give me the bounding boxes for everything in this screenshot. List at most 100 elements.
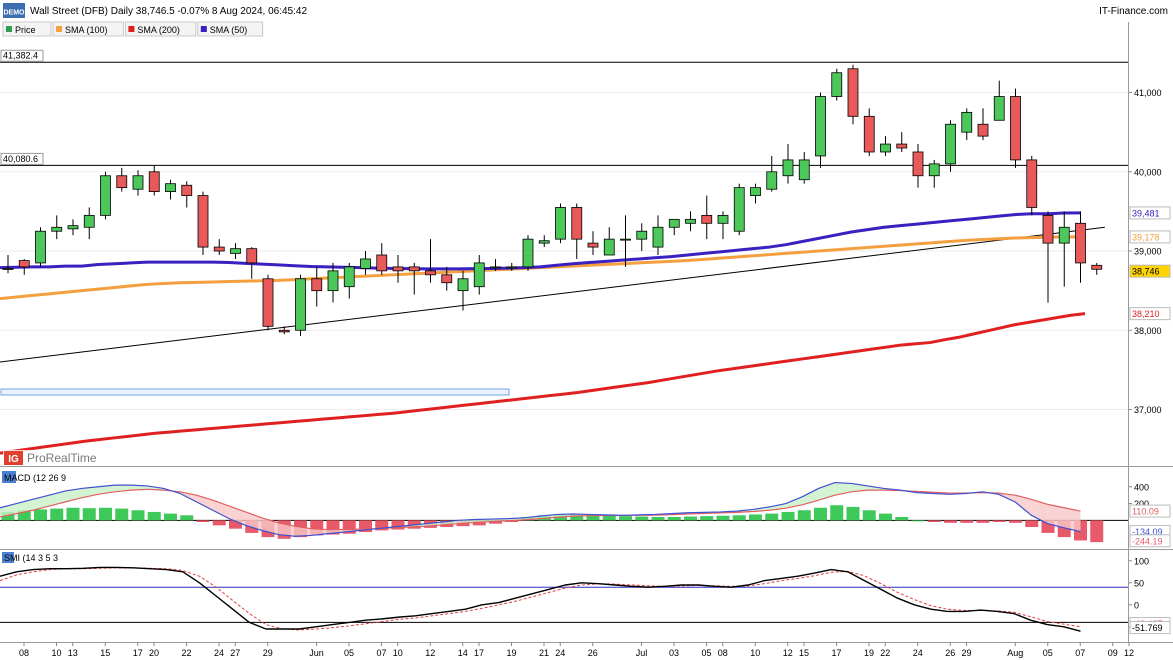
macd-histogram-bar <box>732 515 746 521</box>
macd-histogram-bar <box>992 520 1006 522</box>
macd-histogram-bar <box>765 513 779 521</box>
macd-histogram-bar <box>147 511 161 521</box>
x-tick-label: 15 <box>100 648 110 658</box>
candle <box>1026 155 1038 216</box>
candle <box>35 227 46 267</box>
value-label-price: 38,746 <box>1132 267 1160 277</box>
candle-body <box>392 266 404 272</box>
y-tick-label: 100 <box>1134 556 1149 566</box>
header-bar: DEMO Wall Street (DFB) Daily 38,746.5 -0… <box>0 0 1173 20</box>
level-label: 41,382.4 <box>3 51 38 61</box>
x-tick-label: 24 <box>214 648 224 658</box>
legend-item-sma50[interactable]: SMA (50) <box>197 21 264 37</box>
watermark-logo-text: IG <box>8 454 19 465</box>
macd-histogram-bar <box>797 510 811 521</box>
macd-histogram-bar <box>700 516 714 521</box>
selection-box[interactable] <box>0 388 510 396</box>
candle-body <box>295 278 306 331</box>
x-tick-label: 17 <box>133 648 143 658</box>
app-logo-text: DEMO <box>4 10 26 17</box>
candle-body <box>1026 159 1038 208</box>
legend-swatch <box>200 26 207 32</box>
x-tick-label: 19 <box>506 648 516 658</box>
legend-label: SMA (50) <box>210 25 248 35</box>
x-tick-label: 10 <box>750 648 760 658</box>
candle-body <box>880 143 891 153</box>
macd-title-text: MACD (12 26 9 <box>4 473 66 483</box>
candle <box>522 235 534 271</box>
candle-body <box>83 214 95 228</box>
x-tick-label: 24 <box>913 648 923 658</box>
candle-body <box>376 254 388 272</box>
x-tick-label: 17 <box>831 648 841 658</box>
x-tick-label: 10 <box>51 648 61 658</box>
candle-body <box>246 248 258 264</box>
macd-histogram-bar <box>1009 520 1022 523</box>
x-tick-label: 10 <box>393 648 403 658</box>
candle-body <box>961 111 973 133</box>
candle-body <box>717 214 729 224</box>
candle-body <box>327 270 339 292</box>
candle-body <box>473 262 485 288</box>
x-tick-label: 22 <box>880 648 890 658</box>
value-label-smi: -51.769 <box>1132 623 1163 633</box>
x-tick-label: 14 <box>458 648 468 658</box>
legend-swatch <box>56 26 62 32</box>
candle-body <box>1058 226 1070 244</box>
x-tick-label: Jul <box>636 648 648 658</box>
macd-histogram-bar <box>667 516 681 521</box>
x-tick-label: 09 <box>1108 648 1118 658</box>
main-panel: 41,382.4 40,080.6 37,000 38,000 39,000 40,00… <box>0 45 1171 466</box>
x-tick-label: 26 <box>588 648 598 658</box>
macd-histogram-bar <box>976 520 990 523</box>
macd-histogram-bar <box>34 509 47 521</box>
x-tick-label: 12 <box>783 648 793 658</box>
x-tick-label: 15 <box>799 648 809 658</box>
value-label-sma100: 39,178 <box>1132 232 1160 242</box>
level-label: 40,080.6 <box>3 154 38 164</box>
smi-panel: 100500-50-42.487-51.769 SMI (14 3 5 3 <box>0 550 1171 642</box>
candle <box>262 274 274 331</box>
x-tick-label: 08 <box>718 648 728 658</box>
y-tick-label: 41,000 <box>1134 88 1162 98</box>
macd-histogram-bar <box>115 508 129 521</box>
macd-histogram-bar <box>862 510 876 521</box>
macd-histogram-bar <box>716 515 730 521</box>
macd-histogram-bar <box>180 515 194 521</box>
candle-body <box>1010 96 1021 161</box>
macd-histogram-bar <box>196 520 210 522</box>
legend-item-sma100[interactable]: SMA (100) <box>52 21 124 37</box>
x-tick-label: 24 <box>555 648 565 658</box>
candle-body <box>165 183 176 193</box>
source-label: IT-Finance.com <box>1099 6 1168 17</box>
x-tick-label: 05 <box>344 648 354 658</box>
watermark-text: ProRealTime <box>27 451 97 465</box>
candle-body <box>490 266 501 269</box>
candle-body <box>620 238 631 241</box>
x-tick-label: 03 <box>669 648 679 658</box>
candle-body <box>587 242 599 248</box>
candle-body <box>750 187 761 196</box>
macd-histogram-bar <box>99 507 112 521</box>
y-tick-label: 400 <box>1134 482 1149 492</box>
macd-histogram-bar <box>814 507 827 521</box>
macd-histogram-bar <box>830 505 844 521</box>
legend-item-sma200[interactable]: SMA (200) <box>124 21 197 37</box>
value-label-sma50: 39,481 <box>1132 208 1160 218</box>
candle <box>1010 88 1021 168</box>
candle-body <box>733 187 745 232</box>
candle-body <box>18 260 30 268</box>
candle-body <box>863 115 875 153</box>
candle-body <box>977 123 989 137</box>
legend-label: Price <box>15 25 36 35</box>
candle-body <box>51 226 63 232</box>
macd-histogram-bar <box>1090 520 1104 543</box>
candle-body <box>1075 222 1086 264</box>
legend-item-price[interactable]: Price <box>2 21 52 37</box>
x-tick-label: 07 <box>376 648 386 658</box>
candle-body <box>912 151 924 177</box>
x-tick-label: 22 <box>181 648 191 658</box>
candle <box>733 183 745 236</box>
macd-histogram-bar <box>911 520 925 522</box>
candle-body <box>278 329 290 333</box>
